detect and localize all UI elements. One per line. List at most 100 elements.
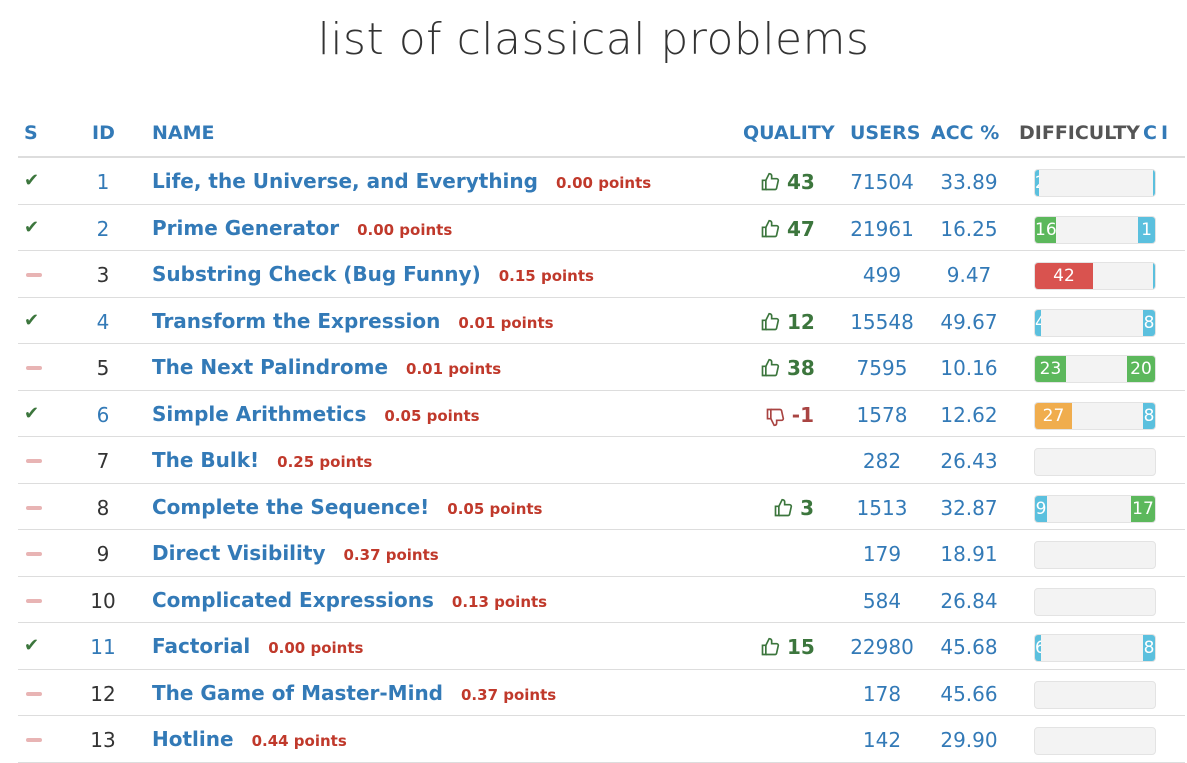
problem-name-link[interactable]: Complicated Expressions [152, 588, 434, 612]
problem-name-link[interactable]: Hotline [152, 727, 234, 751]
acceptance-rate-link[interactable]: 32.87 [936, 496, 1002, 520]
table-row: 7 The Bulk! 0.25 points 282 26.43 [18, 437, 1185, 484]
table-row: 9 Direct Visibility 0.37 points 179 18.91 [18, 530, 1185, 577]
quality-score[interactable]: 3 [760, 496, 814, 520]
acceptance-rate-link[interactable]: 45.68 [936, 635, 1002, 659]
users-count-link[interactable]: 499 [846, 263, 918, 287]
difficulty-implementation-segment [1153, 263, 1155, 289]
unsolved-dash-icon [26, 738, 42, 742]
acceptance-rate-link[interactable]: 9.47 [936, 263, 1002, 287]
problem-name-link[interactable]: The Bulk! [152, 448, 259, 472]
difficulty-concept-segment: 9 [1035, 495, 1047, 522]
difficulty-bar: 42 [1034, 262, 1156, 290]
difficulty-bar: 16 1 [1034, 215, 1156, 244]
unsolved-dash-icon [26, 459, 42, 463]
acceptance-rate-link[interactable]: 16.25 [936, 217, 1002, 241]
problem-points: 0.01 points [406, 360, 502, 378]
acceptance-rate-link[interactable]: 26.43 [936, 449, 1002, 473]
users-count-link[interactable]: 142 [846, 728, 918, 752]
problems-table: S ID NAME QUALITY USERS ACC % DIFFICULTY… [18, 110, 1185, 763]
problem-id: 1 [96, 170, 110, 194]
acceptance-rate-link[interactable]: 33.89 [936, 170, 1002, 194]
difficulty-bar [1034, 448, 1156, 476]
users-count-link[interactable]: 15548 [846, 310, 918, 334]
difficulty-bar: 9 17 [1034, 494, 1156, 523]
problem-points: 0.05 points [447, 499, 543, 518]
col-id-header[interactable]: ID [92, 122, 115, 144]
col-quality-header[interactable]: QUALITY [743, 122, 835, 144]
problem-name-link[interactable]: The Game of Master-Mind [152, 681, 443, 705]
problem-points: 0.01 points [458, 313, 554, 332]
problem-points: 0.44 points [251, 732, 347, 750]
problem-name-link[interactable]: Prime Generator [152, 216, 339, 240]
table-row: ✔ 4 Transform the Expression 0.01 points 12… [18, 298, 1185, 344]
users-count-link[interactable]: 71504 [846, 170, 918, 194]
thumbs-up-icon [773, 496, 793, 520]
quality-score[interactable]: 15 [760, 635, 815, 659]
problem-name-link[interactable]: Direct Visibility [152, 541, 326, 565]
problem-name-link[interactable]: Simple Arithmetics [152, 402, 366, 426]
problem-name-link[interactable]: Complete the Sequence! [152, 495, 429, 519]
col-difficulty-i-link[interactable]: I [1161, 122, 1168, 144]
difficulty-concept-segment: 4 [1035, 309, 1041, 336]
acceptance-rate-link[interactable]: 12.62 [936, 403, 1002, 427]
users-count-link[interactable]: 178 [846, 682, 918, 706]
difficulty-bar [1034, 727, 1156, 755]
quality-score[interactable]: 43 [760, 170, 815, 194]
table-row: 13 Hotline 0.44 points 142 29.90 [18, 716, 1185, 763]
quality-score[interactable]: 38 [760, 356, 815, 380]
users-count-link[interactable]: 22980 [846, 635, 918, 659]
col-name-header[interactable]: NAME [152, 122, 215, 144]
problem-id: 11 [90, 635, 116, 659]
problem-name-link[interactable]: The Next Palindrome [152, 355, 388, 379]
quality-score[interactable]: -1 [760, 403, 814, 427]
users-count-link[interactable]: 1578 [846, 403, 918, 427]
unsolved-dash-icon [26, 505, 42, 510]
table-row: 3 Substring Check (Bug Funny) 0.15 points 4… [18, 251, 1185, 298]
difficulty-implementation-segment [1153, 170, 1155, 196]
difficulty-concept-segment: 42 [1035, 263, 1093, 289]
acceptance-rate-link[interactable]: 29.90 [936, 728, 1002, 752]
users-count-link[interactable]: 21961 [846, 217, 918, 241]
problem-id: 8 [96, 495, 110, 520]
problem-name-link[interactable]: Substring Check (Bug Funny) [152, 262, 481, 286]
problem-points: 0.15 points [498, 267, 594, 285]
col-users-header[interactable]: USERS [850, 122, 920, 144]
problem-name-link[interactable]: Factorial [152, 634, 250, 658]
solved-check-icon: ✔ [24, 635, 40, 656]
difficulty-concept-segment: 6 [1035, 635, 1041, 661]
table-row: 10 Complicated Expressions 0.13 points 584 2… [18, 577, 1185, 623]
users-count-link[interactable]: 282 [846, 449, 918, 473]
problem-name-link[interactable]: Life, the Universe, and Everything [152, 169, 538, 193]
users-count-link[interactable]: 7595 [846, 356, 918, 380]
solved-check-icon: ✔ [24, 309, 40, 331]
difficulty-bar [1034, 587, 1156, 616]
table-header: S ID NAME QUALITY USERS ACC % DIFFICULTY… [18, 110, 1185, 158]
solved-check-icon: ✔ [24, 216, 40, 238]
acceptance-rate-link[interactable]: 18.91 [936, 542, 1002, 566]
col-difficulty-header: DIFFICULTY [1019, 122, 1140, 144]
acceptance-rate-link[interactable]: 10.16 [936, 356, 1002, 380]
unsolved-dash-icon [26, 366, 42, 370]
table-row: ✔11Factorial0.00 points 152298045.6868 [18, 623, 1185, 670]
problem-name-link[interactable]: Transform the Expression [152, 309, 440, 333]
col-status-header[interactable]: S [24, 122, 38, 144]
quality-score[interactable]: 12 [760, 310, 815, 334]
acceptance-rate-link[interactable]: 45.66 [936, 682, 1002, 706]
col-difficulty-c-link[interactable]: C [1143, 122, 1157, 144]
users-count-link[interactable]: 584 [846, 589, 918, 613]
quality-score[interactable]: 47 [760, 217, 815, 241]
col-acc-header[interactable]: ACC % [931, 122, 999, 144]
users-count-link[interactable]: 1513 [846, 496, 918, 520]
acceptance-rate-link[interactable]: 49.67 [936, 310, 1002, 334]
problem-id: 6 [96, 402, 110, 427]
acceptance-rate-link[interactable]: 26.84 [936, 589, 1002, 613]
difficulty-implementation-segment: 8 [1143, 402, 1155, 429]
difficulty-implementation-segment: 8 [1143, 309, 1155, 336]
users-count-link[interactable]: 179 [846, 542, 918, 566]
difficulty-implementation-segment: 1 [1138, 216, 1155, 243]
difficulty-bar: 23 20 [1034, 355, 1156, 383]
thumbs-up-icon [760, 356, 780, 380]
thumbs-up-icon [760, 217, 780, 241]
thumbs-down-icon [765, 403, 785, 427]
